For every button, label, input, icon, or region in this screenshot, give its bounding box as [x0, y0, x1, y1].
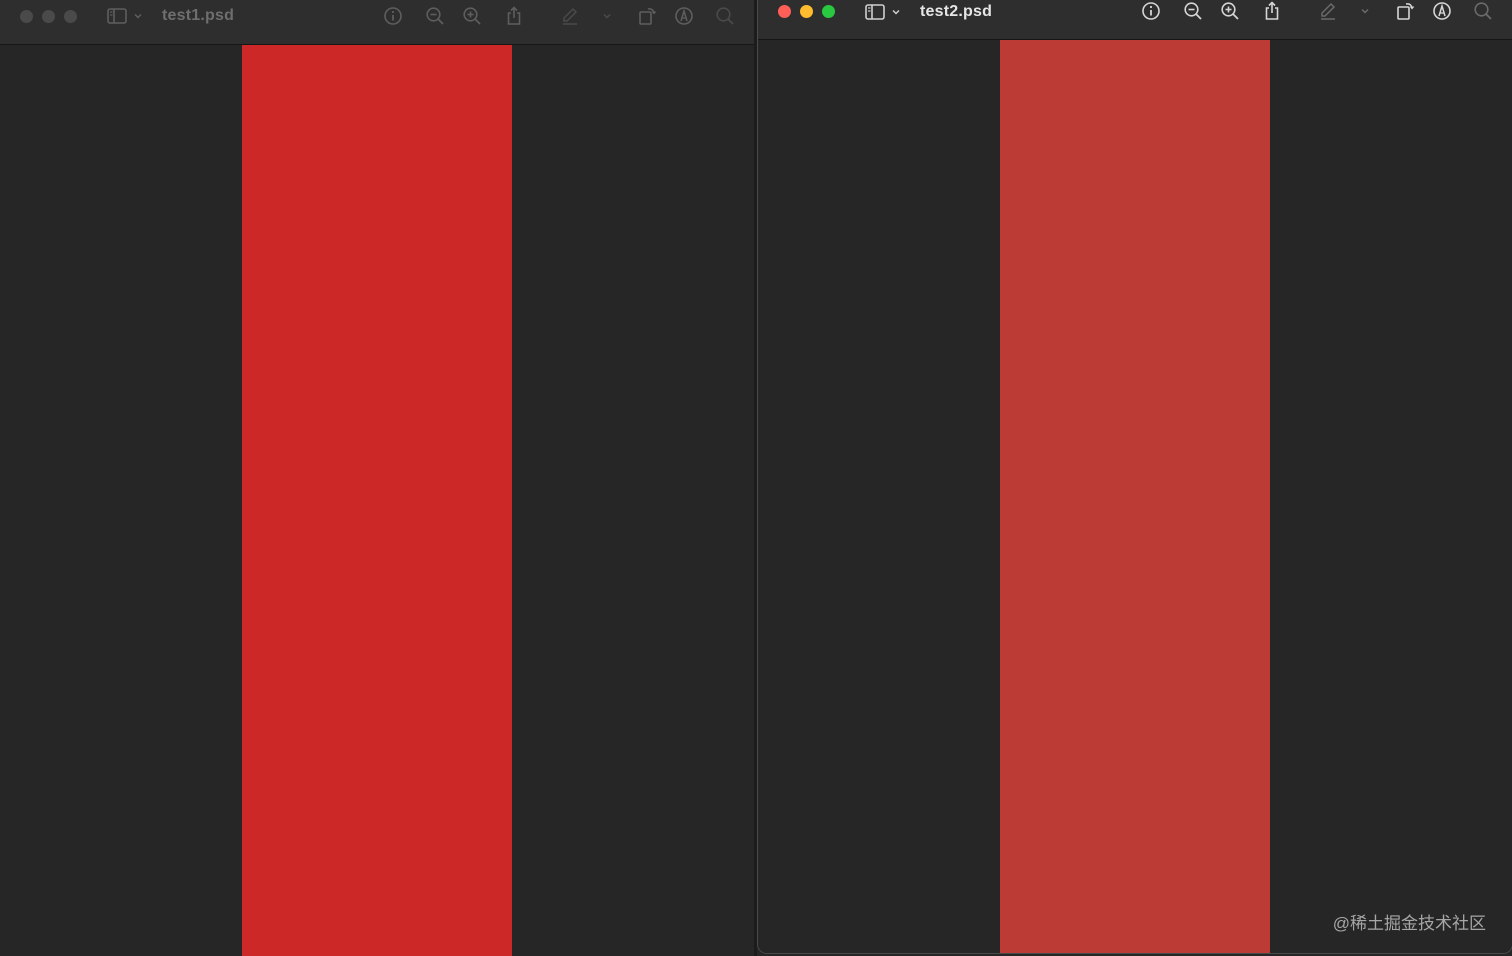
window-titlebar[interactable]: test2.psd [758, 0, 1512, 40]
search-button[interactable] [1472, 0, 1494, 22]
share-icon [1265, 1, 1279, 20]
info-icon [384, 7, 402, 25]
share-icon [507, 6, 521, 25]
close-icon[interactable] [20, 10, 33, 23]
markup-button[interactable] [673, 5, 695, 27]
zoom-out-icon [426, 7, 444, 25]
zoom-out-button[interactable] [424, 5, 446, 27]
highlight-options-button[interactable] [596, 5, 618, 27]
sidebar-toggle-button[interactable] [865, 3, 901, 21]
chevron-down-icon [134, 13, 142, 19]
info-button[interactable] [382, 5, 404, 27]
chevron-down-icon [892, 9, 900, 15]
watermark-text: @稀土掘金技术社区 [1332, 914, 1486, 933]
zoom-out-button[interactable] [1182, 0, 1204, 22]
preview-window-test2[interactable]: test2.psd [757, 0, 1512, 954]
window-title: test1.psd [162, 7, 235, 24]
document-canvas[interactable] [758, 40, 1512, 953]
sidebar-toggle-button[interactable] [107, 7, 143, 25]
chevron-down-icon [1361, 8, 1369, 14]
preview-window-test1[interactable]: test1.psd [0, 0, 754, 956]
highlight-pen-icon [1321, 2, 1336, 20]
rotate-icon [639, 8, 657, 25]
traffic-lights [778, 5, 835, 18]
rotate-button[interactable] [1394, 0, 1416, 22]
highlight-options-button[interactable] [1354, 0, 1376, 22]
window-title: test2.psd [920, 3, 993, 20]
minimize-icon[interactable] [800, 5, 813, 18]
zoom-in-icon [463, 7, 481, 25]
zoom-out-icon [1184, 2, 1202, 20]
markup-icon [1433, 2, 1451, 20]
markup-button[interactable] [1431, 0, 1453, 22]
close-icon[interactable] [778, 5, 791, 18]
info-icon [1142, 2, 1160, 20]
minimize-icon[interactable] [42, 10, 55, 23]
zoom-in-button[interactable] [1219, 0, 1241, 22]
red-stripe-image [242, 45, 512, 956]
search-button[interactable] [714, 5, 736, 27]
sidebar-icon [865, 4, 885, 20]
window-titlebar[interactable]: test1.psd [0, 0, 754, 45]
search-icon [716, 7, 734, 25]
zoom-in-icon [1221, 2, 1239, 20]
share-button[interactable] [503, 5, 525, 27]
sidebar-icon [107, 8, 127, 24]
red-stripe-image [1000, 40, 1270, 953]
highlight-button[interactable] [1317, 0, 1339, 22]
traffic-lights [20, 10, 77, 23]
chevron-down-icon [603, 13, 611, 19]
share-button[interactable] [1261, 0, 1283, 22]
zoom-icon[interactable] [822, 5, 835, 18]
document-canvas[interactable] [0, 45, 754, 956]
highlight-pen-icon [563, 7, 578, 25]
markup-icon [675, 7, 693, 25]
rotate-icon [1397, 3, 1415, 20]
zoom-in-button[interactable] [461, 5, 483, 27]
info-button[interactable] [1140, 0, 1162, 22]
zoom-icon[interactable] [64, 10, 77, 23]
search-icon [1474, 2, 1492, 20]
highlight-button[interactable] [559, 5, 581, 27]
rotate-button[interactable] [636, 5, 658, 27]
